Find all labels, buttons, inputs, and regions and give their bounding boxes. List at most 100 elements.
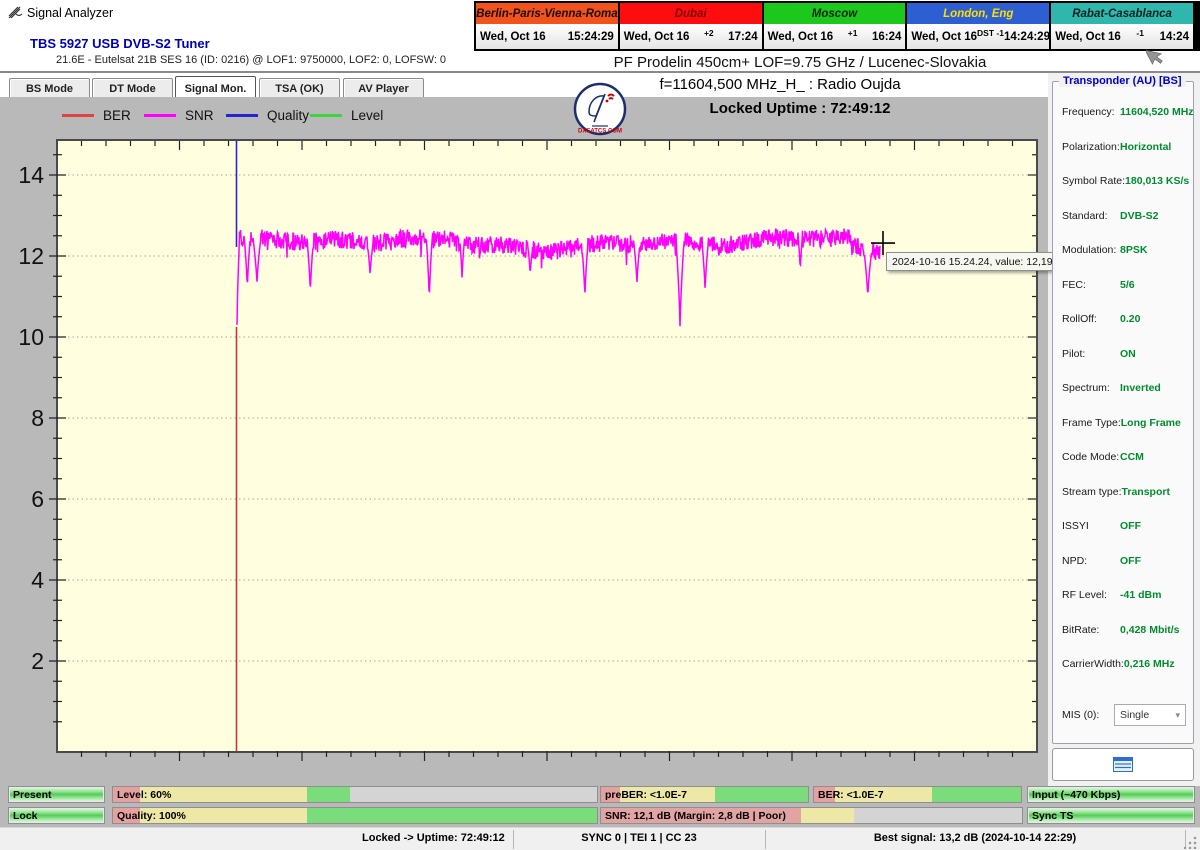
clock-time-value: 16:24	[871, 30, 902, 43]
transponder-value: Transport	[1121, 485, 1170, 498]
transponder-value: 11604,520 MHz	[1120, 106, 1194, 118]
clock-london-eng: London, Eng Wed, Oct 16 DST -1 14:24:29	[907, 3, 1052, 49]
transponder-value: 0.20	[1120, 313, 1141, 325]
meter-quality-100-: Quality: 100%	[112, 807, 598, 824]
transponder-value: 180,013 KS/s	[1125, 175, 1190, 187]
clock-city-label: Dubai	[619, 3, 762, 24]
transponder-panel-title: Transponder (AU) [BS]	[1059, 75, 1186, 87]
y-axis-tick-label: 8	[31, 405, 44, 431]
meter-lock: Lock	[8, 807, 105, 824]
clock-time-row: Wed, Oct 16 +2 17:24	[619, 24, 762, 49]
transponder-label: Standard:	[1062, 209, 1108, 222]
meter-segment	[306, 808, 597, 823]
transponder-value: 8PSK	[1120, 244, 1148, 256]
y-axis-tick-label: 2	[31, 648, 44, 674]
clock-date: Wed, Oct 16	[623, 30, 690, 43]
tuner-name: TBS 5927 USB DVB-S2 Tuner	[30, 36, 210, 51]
transponder-label: Symbol Rate:	[1062, 175, 1126, 187]
status-best-signal: Best signal: 13,2 dB (2024-10-14 22:29)	[873, 832, 1077, 844]
transponder-row-bitrate-: BitRate: 0,428 Mbit/s	[1062, 624, 1186, 638]
meter-snr-12-1-db-margin-2-8-d: SNR: 12,1 dB (Margin: 2,8 dB | Poor)	[600, 807, 1023, 824]
clock-city-label: Berlin-Paris-Vienna-Roma	[476, 3, 618, 24]
transponder-row-issyi: ISSYI OFF	[1062, 520, 1186, 534]
transponder-value: OFF	[1120, 520, 1141, 532]
transponder-label: Pilot:	[1062, 347, 1086, 360]
meter-label: Present	[13, 788, 52, 801]
meter-label: SNR: 12,1 dB (Margin: 2,8 dB | Poor)	[605, 809, 786, 822]
transponder-row-rolloff-: RollOff: 0.20	[1062, 313, 1186, 327]
transponder-row-fec-: FEC: 5/6	[1062, 279, 1186, 293]
meter-ber-1-0e-7: BER: <1.0E-7	[813, 786, 1022, 803]
transponder-row-frequency-: Frequency: 11604,520 MHz	[1062, 106, 1194, 120]
tuner-detail: 21.6E - Eutelsat 21B SES 16 (ID: 0216) @…	[56, 54, 447, 66]
mis-dropdown[interactable]: Single ▾	[1114, 704, 1186, 726]
chevron-down-icon: ▾	[1175, 709, 1180, 720]
clock-rabat-casablanca: Rabat-Casablanca Wed, Oct 16 -1 14:24	[1051, 3, 1193, 49]
y-axis-tick-label: 6	[31, 486, 44, 512]
site-header: PF Prodelin 450cm+ LOF=9.75 GHz / Lucene…	[613, 54, 987, 71]
transponder-row-pilot-: Pilot: ON	[1062, 348, 1186, 362]
clock-time-row: Wed, Oct 16 +1 16:24	[763, 24, 906, 49]
signal-analyzer-window: Signal Analyzer TBS 5927 USB DVB-S2 Tune…	[0, 0, 1200, 850]
transponder-label: Spectrum:	[1062, 382, 1110, 394]
meter-label: Quality: 100%	[117, 809, 186, 822]
clock-time-row: Wed, Oct 16 DST -1 14:24:29	[907, 24, 1050, 49]
y-axis-tick-label: 4	[31, 567, 44, 593]
clock-moscow: Moscow Wed, Oct 16 +1 16:24	[763, 3, 908, 49]
transponder-label: RF Level:	[1062, 589, 1107, 601]
y-axis-tick-label: 14	[18, 162, 44, 188]
transponder-row-spectrum-: Spectrum: Inverted	[1062, 382, 1186, 396]
clock-utc-offset: -1	[1136, 27, 1144, 38]
resize-grip[interactable]	[1184, 835, 1198, 849]
transponder-label: Code Mode:	[1062, 451, 1120, 463]
clock-date: Wed, Oct 16	[767, 30, 834, 43]
clock-city-label: Moscow	[763, 3, 906, 24]
transponder-label: NPD:	[1062, 554, 1088, 567]
transponder-row-modulation-: Modulation: 8PSK	[1062, 244, 1186, 258]
transponder-label: Stream type:	[1062, 485, 1122, 498]
transponder-row-rf-level-: RF Level: -41 dBm	[1062, 589, 1186, 603]
transponder-value: -41 dBm	[1120, 589, 1162, 601]
transponder-value: ON	[1120, 347, 1136, 360]
transponder-panel: Transponder (AU) [BS] MIS (0): Single ▾ …	[1052, 75, 1194, 744]
meter-segment	[714, 787, 808, 802]
transponder-row-standard-: Standard: DVB-S2	[1062, 210, 1186, 224]
clock-city-label: Rabat-Casablanca	[1051, 3, 1193, 24]
status-sync-counters: SYNC 0 | TEI 1 | CC 23	[581, 832, 697, 844]
chart-tooltip: 2024-10-16 15.24.24, value: 12,199999809…	[886, 252, 1117, 271]
clock-date: Wed, Oct 16	[911, 30, 978, 43]
clock-dubai: Dubai Wed, Oct 16 +2 17:24	[619, 3, 764, 49]
clock-time-row: Wed, Oct 16 15:24:29	[476, 24, 618, 49]
clock-utc-offset: +2	[703, 27, 714, 38]
meter-level-60-: Level: 60%	[112, 786, 598, 803]
transponder-value: 0,216 MHz	[1123, 658, 1175, 670]
world-clock-strip: Berlin-Paris-Vienna-Roma Wed, Oct 16 15:24…	[474, 1, 1195, 51]
transponder-row-stream-type-: Stream type: Transport	[1062, 486, 1186, 500]
clock-berlin-paris-vienna-roma: Berlin-Paris-Vienna-Roma Wed, Oct 16 15:24…	[476, 3, 620, 49]
transponder-label: ISSYI	[1062, 520, 1089, 532]
transponder-value: Long Frame	[1120, 416, 1181, 429]
clock-time-value: 15:24:29	[567, 30, 614, 43]
transponder-value: Horizontal	[1120, 140, 1172, 153]
meter-preber-1-0e-7: preBER: <1.0E-7	[600, 786, 809, 803]
mis-row: MIS (0): Single ▾	[1062, 704, 1186, 726]
mis-label: MIS (0):	[1062, 709, 1100, 721]
transponder-row-carrierwidth-: CarrierWidth: 0,216 MHz	[1062, 658, 1186, 672]
meter-label: preBER: <1.0E-7	[605, 788, 687, 801]
meter-input-470-kbps-: Input (~470 Kbps)	[1027, 786, 1195, 803]
transponder-value: 0,428 Mbit/s	[1120, 623, 1180, 636]
window-title: Signal Analyzer	[27, 6, 114, 20]
clock-date: Wed, Oct 16	[480, 30, 546, 43]
meter-segment	[853, 808, 1022, 823]
signal-chart[interactable]: 2 4 6 8 10 12 14	[0, 97, 1048, 785]
stream-list-button[interactable]	[1052, 748, 1194, 781]
clock-time-value: 17:24	[728, 30, 758, 43]
transponder-value: Inverted	[1120, 382, 1161, 394]
meter-sync-ts: Sync TS	[1027, 807, 1195, 824]
transponder-label: Frequency:	[1062, 106, 1115, 118]
transponder-label: CarrierWidth:	[1062, 658, 1124, 670]
clock-time-row: Wed, Oct 16 -1 14:24	[1051, 24, 1193, 49]
clock-strip-edge	[1195, 1, 1200, 51]
meter-label: Input (~470 Kbps)	[1032, 788, 1121, 801]
frequency-header: f=11604,500 MHz_H_ : Radio Oujda	[659, 76, 901, 93]
